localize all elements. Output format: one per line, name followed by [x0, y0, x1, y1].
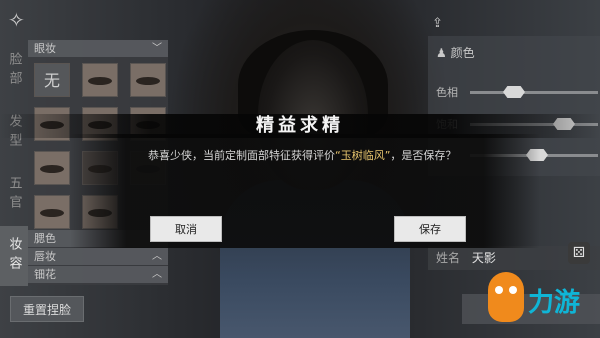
- share-icon[interactable]: ⇪: [432, 16, 443, 31]
- person-icon: ♟: [436, 46, 447, 60]
- save-dialog: 精益求精 恭喜少侠，当前定制面部特征获得评价“玉树临风”，是否保存？ 取消 保存: [0, 104, 600, 254]
- dialog-message: 恭喜少侠，当前定制面部特征获得评价“玉树临风”，是否保存？: [148, 149, 457, 162]
- hue-slider-track[interactable]: [470, 91, 598, 94]
- back-ornament-icon[interactable]: ✧: [8, 8, 44, 32]
- dialog-title: 精益求精: [256, 115, 344, 136]
- category-forehead-mark[interactable]: 钿花 ︿: [28, 266, 168, 283]
- swatch-none[interactable]: 无: [34, 63, 70, 97]
- hue-slider-knob[interactable]: [503, 86, 525, 98]
- cancel-button[interactable]: 取消: [150, 216, 222, 242]
- watermark-logo-icon: [488, 272, 524, 322]
- swatch-eye[interactable]: [130, 63, 166, 97]
- save-button[interactable]: 保存: [394, 216, 466, 242]
- color-title: ♟ 颜色: [436, 46, 475, 60]
- chevron-down-icon: ﹀: [152, 43, 162, 54]
- tab-face[interactable]: 脸部: [0, 40, 28, 102]
- section-eye-makeup[interactable]: 眼妆 ﹀: [28, 40, 168, 57]
- reset-face-button[interactable]: 重置捏脸: [10, 296, 84, 322]
- swatch-eye[interactable]: [82, 63, 118, 97]
- watermark-text: 力游: [528, 288, 581, 318]
- slider-label-hue: 色相: [436, 86, 458, 99]
- chevron-up-icon: ︿: [152, 269, 162, 280]
